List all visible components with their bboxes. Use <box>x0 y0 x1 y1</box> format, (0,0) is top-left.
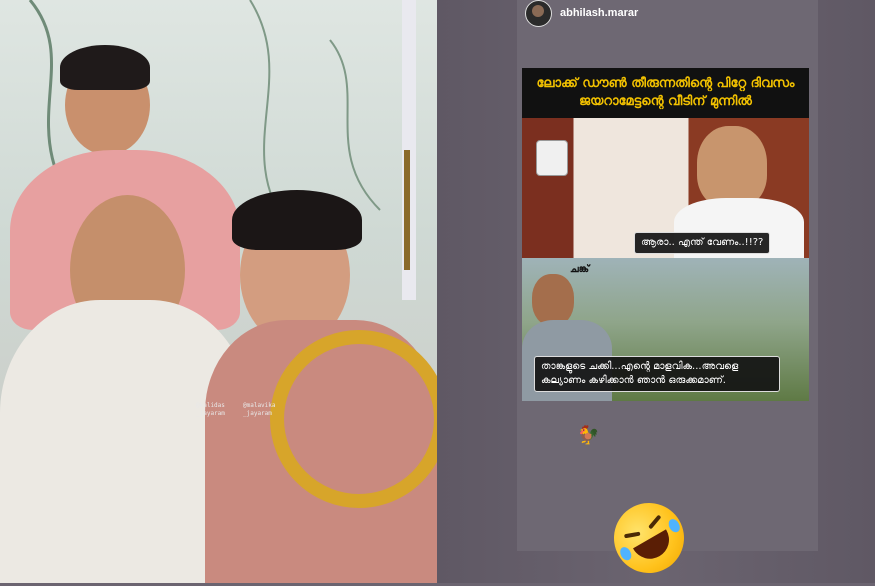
meme-panel-bottom: ചങ്ക് താങ്കളുടെ ചക്കി...എന്റെ മാളവിക...അ… <box>522 258 809 401</box>
meme-panel-top: ആരാ.. എന്ത് വേണം..!!?? <box>522 118 809 258</box>
actor-face <box>532 274 574 326</box>
rooster-sticker-icon: 🐓 <box>577 425 600 446</box>
mention-line: _jayaram <box>243 410 272 417</box>
emoji-eye <box>648 514 662 530</box>
meme-caption-bottom: താങ്കളുടെ ചക്കി...എന്റെ മാളവിക...അവളെ കല… <box>534 356 780 392</box>
emoji-eye <box>624 531 641 539</box>
bridesmaid-hair <box>60 45 150 90</box>
avatar[interactable] <box>525 0 552 27</box>
meme-caption-top: ആരാ.. എന്ത് വേണം..!!?? <box>634 232 771 254</box>
meme-title-line1: ലോക്ക് ഡൗൺ തീരുന്നതിന്റെ പിറ്റേ ദിവസം <box>536 76 795 91</box>
story-header: abhilash.marar <box>525 0 638 27</box>
meme-title-line2: ജയറാമേട്ടന്റെ വീടിന് മുന്നിൽ <box>579 94 752 109</box>
meme-title: ലോക്ക് ഡൗൺ തീരുന്നതിന്റെ പിറ്റേ ദിവസം ജയ… <box>522 68 809 118</box>
wedding-photo <box>0 0 437 583</box>
mention-tag-kalidas[interactable]: @kalidas _jayaram <box>196 402 225 418</box>
mention-line: @malavika <box>243 402 276 409</box>
mention-line: @kalidas <box>196 402 225 409</box>
bride-necklace <box>270 330 437 508</box>
story-username[interactable]: abhilash.marar <box>560 7 638 19</box>
instagram-story: abhilash.marar ലോക്ക് ഡൗൺ തീരുന്നതിന്റെ … <box>517 0 818 551</box>
meme-tag-label: ചങ്ക് <box>570 264 590 275</box>
man-face <box>697 126 767 208</box>
meme-image: ലോക്ക് ഡൗൺ തീരുന്നതിന്റെ പിറ്റേ ദിവസം ജയ… <box>522 68 809 401</box>
mention-line: _jayaram <box>196 410 225 417</box>
mention-tag-malavika[interactable]: @malavika _jayaram <box>243 402 276 418</box>
troll-page-logo <box>536 140 568 176</box>
bride-hair <box>232 190 362 250</box>
